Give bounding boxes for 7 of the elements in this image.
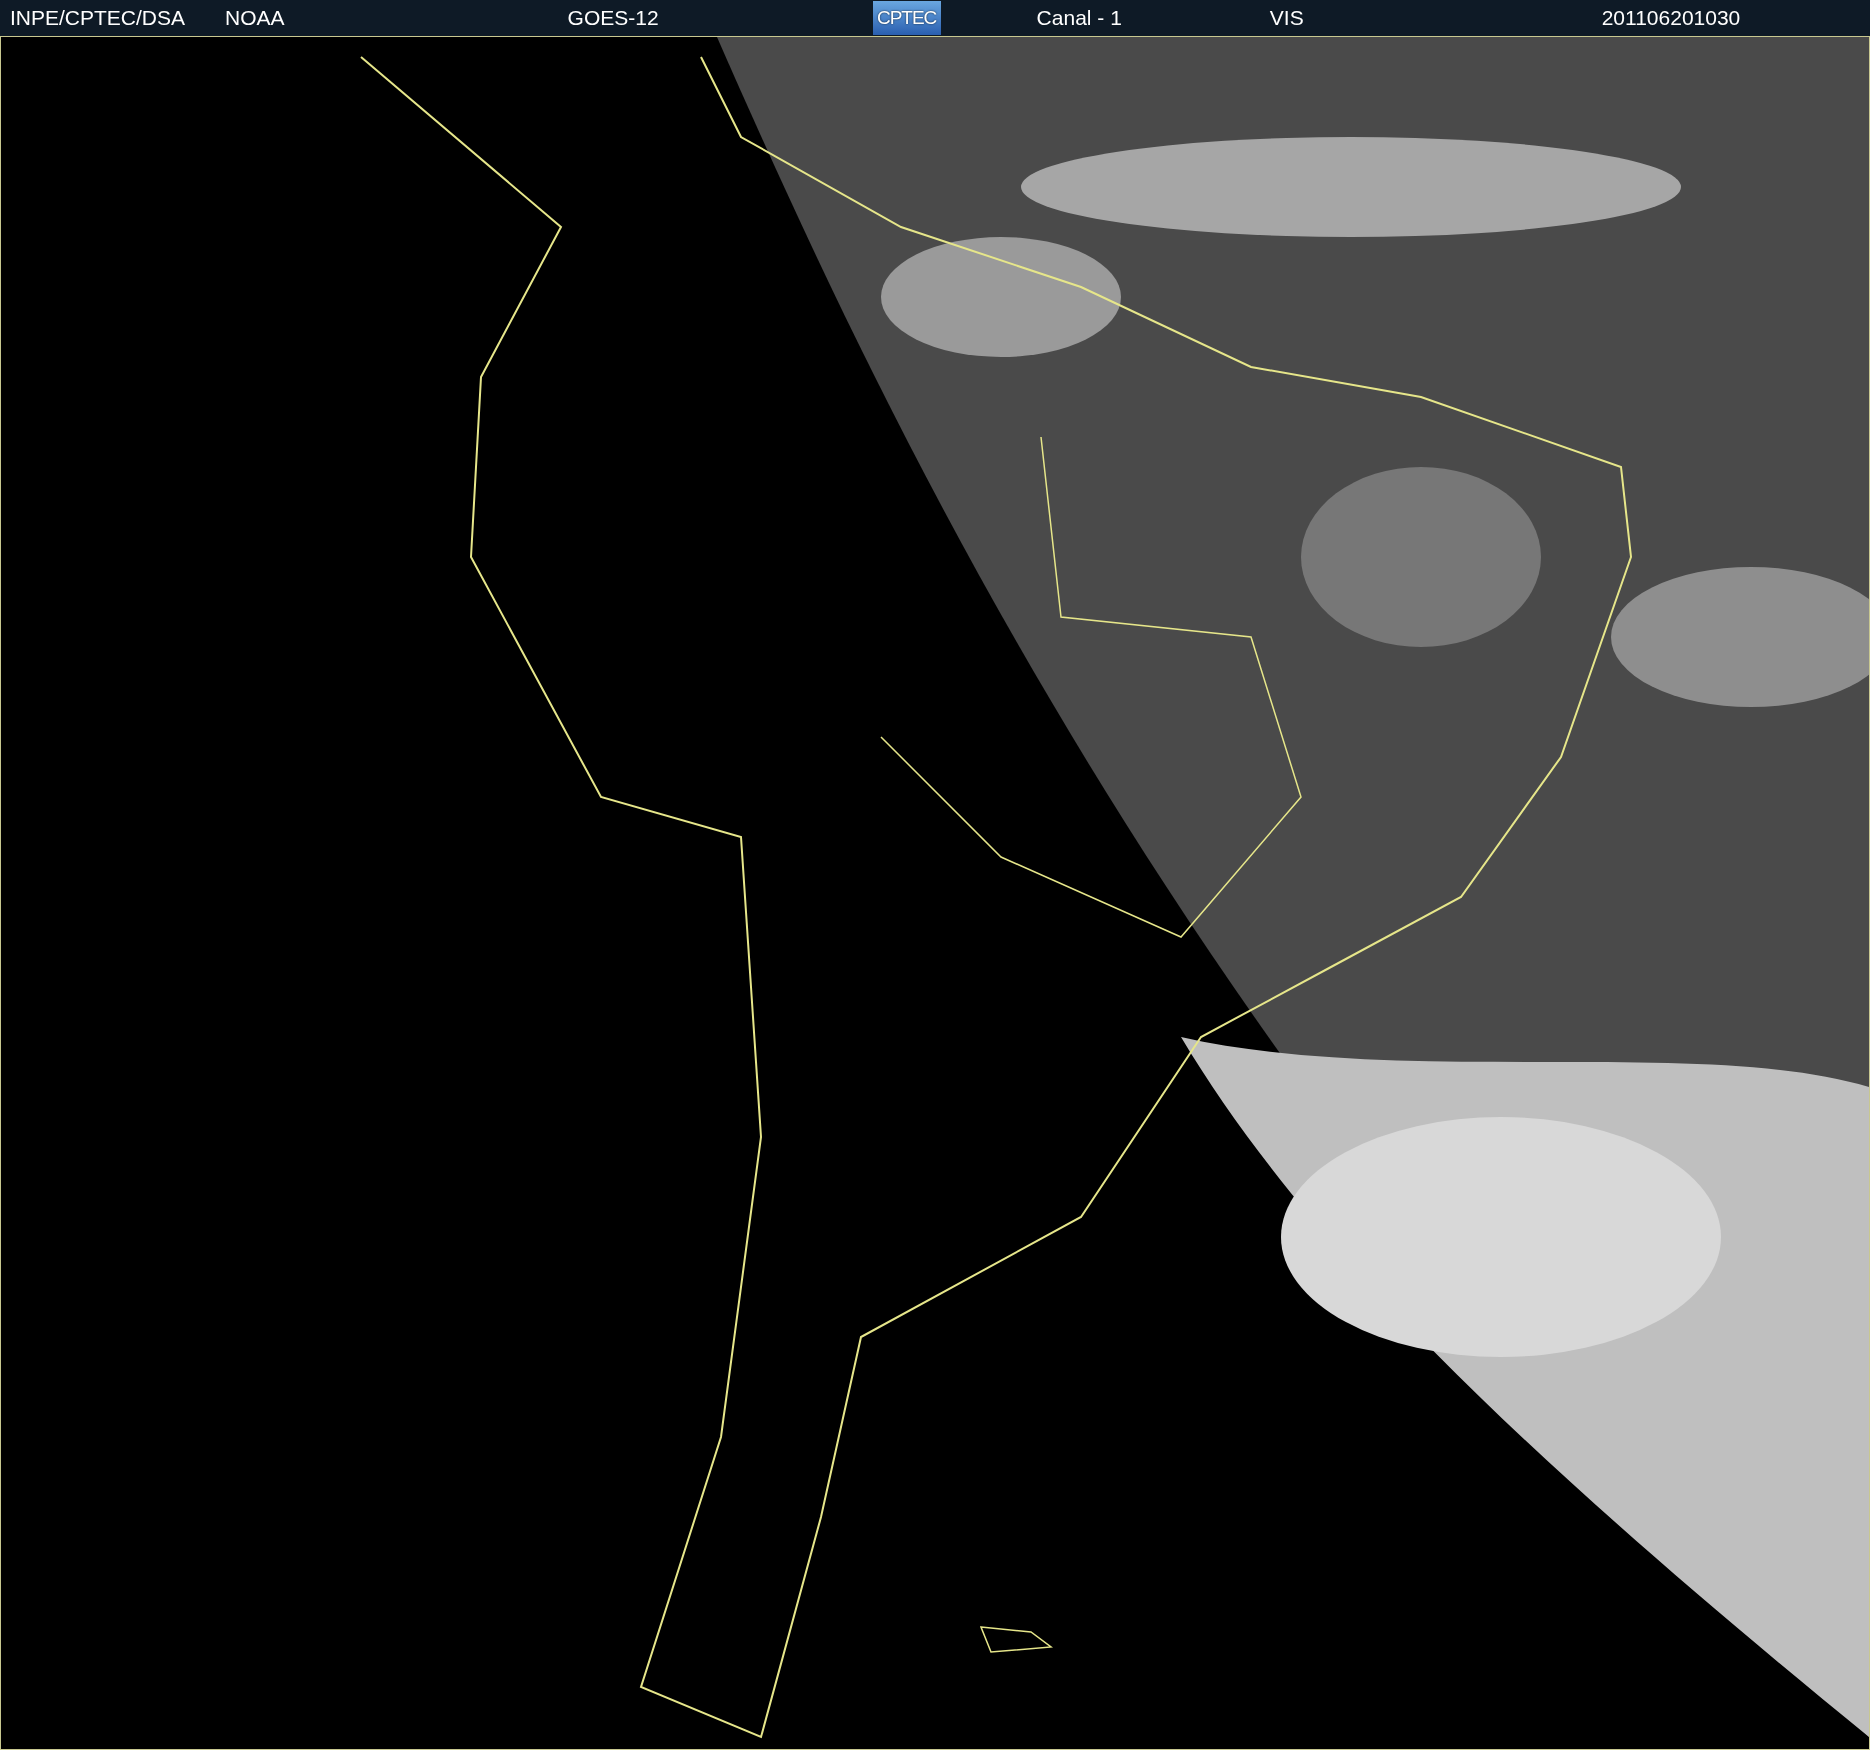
header-label: 201106201030: [1601, 5, 1741, 31]
header-label: Canal - 1: [1036, 5, 1122, 31]
header-label: NOAA: [225, 5, 285, 31]
logo: CPTEC: [872, 1, 941, 35]
header-label: GOES-12: [567, 5, 659, 31]
header-label: VIS: [1269, 5, 1304, 31]
header-label: INPE/CPTEC/DSA: [10, 5, 186, 31]
